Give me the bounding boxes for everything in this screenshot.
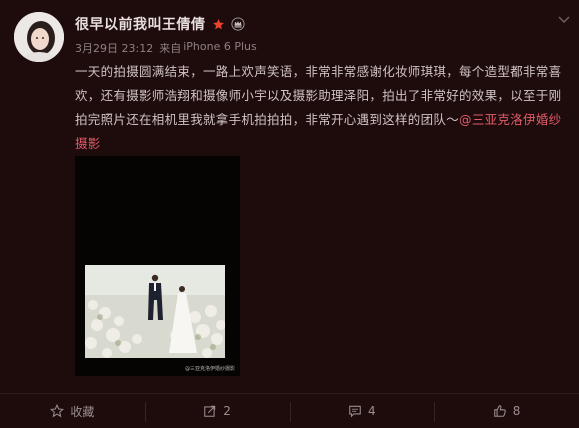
chevron-down-icon[interactable] (557, 10, 571, 24)
comment-icon (348, 404, 362, 418)
post-date[interactable]: 3月29日 23:12 (75, 40, 153, 56)
action-bar: 收藏 2 4 8 (0, 393, 579, 428)
like-count: 8 (512, 404, 521, 418)
post-body: 一天的拍摄圆满结束，一路上欢声笑语，非常非常感谢化妆师琪琪，每个造型都非常喜欢，… (75, 60, 570, 156)
comment-count: 4 (368, 404, 376, 418)
post-header: 很早以前我叫王倩倩 (75, 14, 245, 34)
wedding-photo-image (85, 265, 225, 358)
post-meta: 3月29日 23:12 来自 iPhone 6 Plus (75, 40, 257, 56)
weibo-post: 很早以前我叫王倩倩 3月29日 23:12 来自 iPhone 6 Plus 一… (0, 0, 579, 428)
source-device[interactable]: iPhone 6 Plus (183, 40, 257, 56)
repost-icon (203, 404, 217, 418)
like-button[interactable]: 8 (434, 394, 579, 428)
avatar[interactable] (14, 12, 64, 62)
thumbs-up-icon (493, 404, 507, 418)
post-photo[interactable]: @三亚克洛伊婚纱摄影 (75, 156, 240, 376)
comment-button[interactable]: 4 (289, 394, 435, 428)
star-icon[interactable] (212, 18, 225, 31)
favorite-button[interactable]: 收藏 (0, 394, 145, 428)
repost-count: 2 (223, 404, 231, 418)
crown-icon[interactable] (230, 17, 245, 31)
star-outline-icon (50, 404, 65, 418)
photo-watermark: @三亚克洛伊婚纱摄影 (185, 366, 236, 372)
source-prefix: 来自 (159, 42, 182, 55)
favorite-label: 收藏 (70, 404, 95, 419)
repost-button[interactable]: 2 (144, 394, 290, 428)
username-link[interactable]: 很早以前我叫王倩倩 (75, 14, 206, 34)
